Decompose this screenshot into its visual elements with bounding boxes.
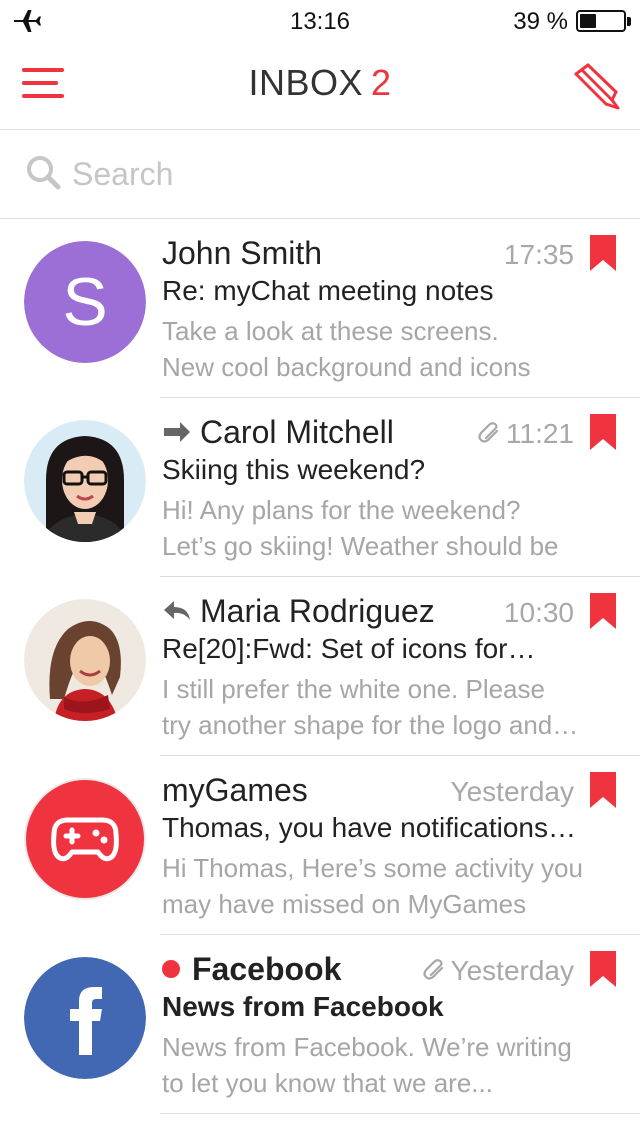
mail-subject: News from Facebook (162, 991, 444, 1022)
preview-line: Hi! Any plans for the weekend? (162, 495, 521, 525)
mail-preview: Take a look at these screens. New cool b… (162, 313, 624, 385)
page-title: INBOX 2 (0, 62, 640, 104)
bookmark-icon[interactable] (590, 772, 616, 808)
sender-name: myGames (162, 771, 308, 808)
battery-icon (576, 10, 631, 32)
mail-item-facebook[interactable]: Facebook Yesterday News from Facebook Ne… (0, 935, 640, 1114)
avatar (24, 420, 146, 542)
attachment-icon (422, 959, 443, 980)
mail-preview: Hi! Any plans for the weekend? Let’s go … (162, 492, 624, 564)
preview-line: to let you know that we are... (162, 1068, 493, 1098)
sender-name: Carol Mitchell (200, 413, 394, 450)
mail-item-mygames[interactable]: myGames Yesterday Thomas, you have notif… (0, 756, 640, 935)
search-bar (0, 131, 640, 219)
sender-name: Facebook (192, 950, 342, 987)
avatar (24, 778, 146, 900)
avatar (24, 599, 146, 721)
preview-line: try another shape for the logo and… (162, 710, 579, 740)
bookmark-icon[interactable] (590, 593, 616, 629)
avatar: S (24, 241, 146, 363)
sender-name: Maria Rodriguez (200, 592, 435, 629)
avatar (24, 957, 146, 1079)
forward-icon (164, 422, 190, 442)
attachment-icon (478, 422, 499, 443)
mail-subject: Re: myChat meeting notes (162, 275, 494, 306)
mail-subject: Skiing this weekend? (162, 454, 426, 485)
compose-button[interactable] (572, 62, 620, 110)
status-bar: 13:16 39 % (0, 0, 640, 40)
search-input[interactable] (72, 151, 612, 197)
mail-time: 17:35 (503, 239, 574, 270)
preview-line: New cool background and icons (162, 352, 531, 382)
mail-time: Yesterday (450, 776, 575, 807)
sender-name: John Smith (162, 234, 323, 271)
bookmark-icon[interactable] (590, 414, 616, 450)
reply-icon (164, 601, 190, 620)
inbox-title: INBOX (248, 62, 363, 103)
mail-time: 11:21 (506, 418, 574, 449)
preview-line: Let’s go skiing! Weather should be (162, 531, 559, 561)
preview-line: I still prefer the white one. Please (162, 674, 545, 704)
preview-line: may have missed on MyGames (162, 889, 527, 919)
mail-time: 10:30 (503, 597, 574, 628)
mail-item-maria-rodriguez[interactable]: Maria Rodriguez 10:30 Re[20]:Fwd: Set of… (0, 577, 640, 756)
unread-dot (162, 960, 180, 978)
mail-item-john-smith[interactable]: S John Smith 17:35 Re: myChat meeting no… (0, 219, 640, 398)
avatar-letter: S (62, 264, 107, 340)
preview-line: Take a look at these screens. (162, 316, 499, 346)
mail-preview: News from Facebook. We’re writing to let… (162, 1029, 624, 1101)
facebook-icon (24, 957, 146, 1079)
mail-time: Yesterday (450, 955, 575, 986)
bookmark-icon[interactable] (590, 951, 616, 987)
search-icon (27, 156, 61, 190)
battery-percent: 39 % (513, 8, 568, 35)
mail-preview: I still prefer the white one. Please try… (162, 671, 624, 743)
mail-item-carol-mitchell[interactable]: Carol Mitchell 11:21 Skiing this weekend… (0, 398, 640, 577)
mail-subject: Thomas, you have notifications… (162, 812, 576, 843)
preview-line: News from Facebook. We’re writing (162, 1032, 572, 1062)
battery-level-fill (580, 14, 596, 28)
unread-count-badge: 2 (371, 62, 392, 103)
mail-list: S John Smith 17:35 Re: myChat meeting no… (0, 219, 640, 1114)
mail-preview: Hi Thomas, Here’s some activity you may … (162, 850, 624, 922)
gamepad-icon (24, 778, 146, 900)
mail-subject: Re[20]:Fwd: Set of icons for… (162, 633, 536, 664)
bookmark-icon[interactable] (590, 235, 616, 271)
nav-bar: INBOX 2 (0, 40, 640, 130)
preview-line: Hi Thomas, Here’s some activity you (162, 853, 583, 883)
